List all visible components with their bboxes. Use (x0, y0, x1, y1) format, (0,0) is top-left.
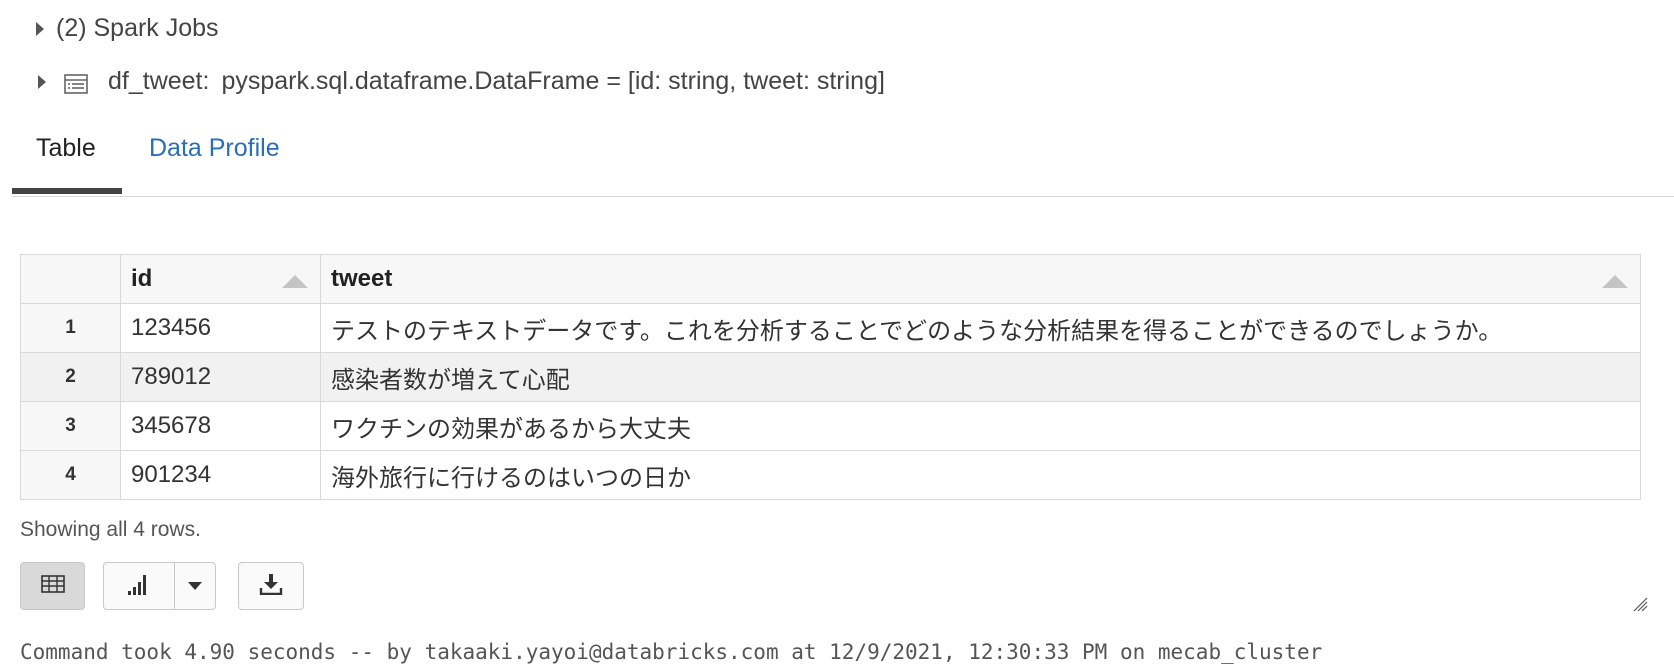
row-index: 1 (20, 303, 121, 353)
cell-id: 123456 (120, 303, 321, 353)
cell-tweet: 海外旅行に行けるのはいつの日か (320, 450, 1641, 500)
spark-jobs-toggle[interactable]: (2) Spark Jobs (36, 14, 219, 43)
active-tab-indicator (12, 188, 122, 194)
download-button[interactable] (238, 562, 304, 610)
column-header-tweet[interactable]: tweet (320, 254, 1641, 304)
column-header-label: tweet (331, 265, 393, 292)
cell-id: 345678 (120, 401, 321, 451)
dataframe-type: pyspark.sql.dataframe.DataFrame = [id: s… (221, 67, 885, 95)
cell-tweet: ワクチンの効果があるから大丈夫 (320, 401, 1641, 451)
table-row: 3 345678 ワクチンの効果があるから大丈夫 (20, 401, 1641, 451)
resize-handle-icon[interactable] (1632, 596, 1648, 612)
table-header-row: id tweet (20, 254, 1641, 304)
dataframe-name: df_tweet: (108, 67, 210, 95)
table-row: 2 789012 感染者数が増えて心配 (20, 352, 1641, 402)
chart-type-dropdown[interactable] (175, 563, 215, 609)
bar-chart-icon (127, 572, 151, 601)
tab-table[interactable]: Table (36, 134, 96, 163)
chart-view-button[interactable] (104, 563, 175, 609)
dataframe-icon (64, 72, 88, 94)
cell-tweet: テストのテキストデータです。これを分析することでどのような分析結果を得ることがで… (320, 303, 1641, 353)
table-icon (40, 574, 65, 598)
row-index: 2 (20, 352, 121, 402)
chart-view-button-group (103, 562, 216, 610)
caret-right-icon[interactable] (38, 74, 46, 89)
cell-id: 901234 (120, 450, 321, 500)
chevron-down-icon (188, 582, 202, 590)
results-table: id tweet 1 123456 テストのテキストデータです。これを分析するこ… (20, 254, 1641, 500)
row-index: 3 (20, 401, 121, 451)
result-tabs: Table Data Profile (12, 118, 1674, 197)
cell-tweet: 感染者数が増えて心配 (320, 352, 1641, 402)
sort-arrow-icon[interactable] (1602, 275, 1628, 288)
caret-right-icon[interactable] (36, 21, 44, 36)
dataframe-schema[interactable]: df_tweet: pyspark.sql.dataframe.DataFram… (38, 67, 885, 96)
download-icon (259, 573, 283, 600)
tab-data-profile[interactable]: Data Profile (149, 134, 280, 163)
row-index: 4 (20, 450, 121, 500)
cell-id: 789012 (120, 352, 321, 402)
spark-jobs-label: (2) Spark Jobs (56, 14, 219, 42)
table-row: 1 123456 テストのテキストデータです。これを分析することでどのような分析… (20, 303, 1641, 353)
row-count-status: Showing all 4 rows. (20, 518, 201, 541)
column-header-id[interactable]: id (120, 254, 321, 304)
table-row: 4 901234 海外旅行に行けるのはいつの日か (20, 450, 1641, 500)
table-view-button[interactable] (20, 562, 85, 610)
index-column-header (20, 254, 121, 304)
command-status: Command took 4.90 seconds -- by takaaki.… (20, 640, 1323, 664)
column-header-label: id (131, 265, 153, 292)
sort-arrow-icon[interactable] (282, 275, 308, 288)
